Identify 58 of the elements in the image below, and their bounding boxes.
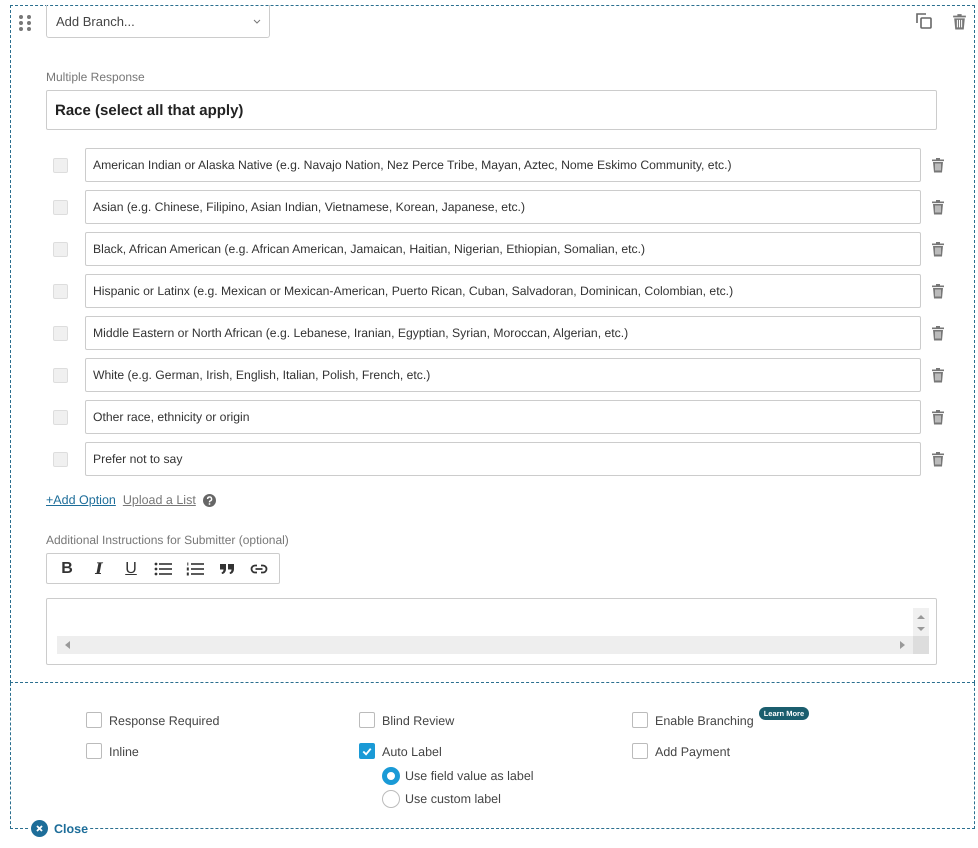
close-button[interactable]: Close (29, 820, 90, 837)
delete-icon[interactable] (931, 409, 945, 425)
upload-list-link[interactable]: Upload a List (122, 493, 196, 507)
question-field[interactable]: Race (select all that apply) (46, 90, 937, 130)
delete-icon[interactable] (931, 325, 945, 341)
checkbox-label: Add Payment (655, 745, 730, 759)
option-checkbox[interactable] (53, 326, 68, 340)
checkbox-label: Enable Branching (655, 714, 754, 728)
delete-icon[interactable] (931, 367, 945, 383)
delete-icon[interactable] (931, 157, 945, 173)
checkbox[interactable] (632, 743, 648, 759)
option-checkbox[interactable] (53, 368, 68, 382)
radio-button[interactable] (382, 790, 400, 808)
close-icon (31, 820, 48, 837)
option-field[interactable]: Prefer not to say (85, 442, 921, 476)
instructions-label: Additional Instructions for Submitter (optional) (46, 533, 289, 547)
branch-dropdown[interactable]: Add Branch... (46, 5, 270, 38)
delete-icon[interactable] (931, 199, 945, 215)
delete-icon[interactable] (931, 451, 945, 467)
bold-button[interactable]: B (51, 558, 83, 580)
checkbox-label: Response Required (109, 714, 220, 728)
radio-label: Use field value as label (405, 769, 534, 783)
duplicate-icon[interactable] (916, 13, 932, 29)
delete-icon[interactable] (931, 283, 945, 299)
option-field[interactable]: Middle Eastern or North African (e.g. Lebanese, Iranian, Egyptian, Syrian, Moroccan, Algerian, etc.) (85, 316, 921, 350)
radio-button[interactable] (382, 767, 400, 785)
option-field[interactable]: Other race, ethnicity or origin (85, 400, 921, 434)
option-checkbox[interactable] (53, 158, 68, 172)
underline-button[interactable]: U (115, 558, 147, 580)
question-type-label: Multiple Response (46, 70, 145, 84)
checkbox[interactable] (632, 712, 648, 728)
option-field[interactable]: American Indian or Alaska Native (e.g. Navajo Nation, Nez Perce Tribe, Mayan, Aztec, Nome Eskimo Community, etc.) (85, 148, 921, 182)
option-checkbox[interactable] (53, 410, 68, 424)
checkbox[interactable] (359, 743, 375, 759)
checkbox-label: Inline (109, 745, 139, 759)
option-field[interactable]: White (e.g. German, Irish, English, Italian, Polish, French, etc.) (85, 358, 921, 392)
option-checkbox[interactable] (53, 200, 68, 214)
option-field[interactable]: Asian (e.g. Chinese, Filipino, Asian Indian, Vietnamese, Korean, Japanese, etc.) (85, 190, 921, 224)
radio-label: Use custom label (405, 792, 501, 806)
option-checkbox[interactable] (53, 242, 68, 256)
instructions-editor[interactable] (46, 598, 937, 665)
option-field[interactable]: Hispanic or Latinx (e.g. Mexican or Mexican-American, Puerto Rican, Cuban, Salvadoran, Dominican, Colombian, etc.) (85, 274, 921, 308)
option-checkbox[interactable] (53, 452, 68, 466)
help-icon[interactable] (202, 494, 216, 506)
option-field[interactable]: Black, African American (e.g. African American, Jamaican, Haitian, Nigerian, Ethiopian, Somalian, etc.) (85, 232, 921, 266)
checkbox[interactable] (86, 712, 102, 728)
checkbox[interactable] (359, 712, 375, 728)
caret-icon (253, 18, 261, 24)
checkbox-label: Auto Label (382, 745, 442, 759)
drag-handle-icon[interactable] (18, 14, 32, 32)
delete-icon[interactable] (931, 241, 945, 257)
option-checkbox[interactable] (53, 284, 68, 298)
delete-icon[interactable] (952, 13, 967, 30)
scrollbars-drawing[interactable] (57, 608, 929, 654)
checkbox[interactable] (86, 743, 102, 759)
italic-button[interactable]: I (83, 558, 115, 580)
checkbox-label: Blind Review (382, 714, 454, 728)
add-option-link[interactable]: +Add Option (46, 493, 116, 507)
